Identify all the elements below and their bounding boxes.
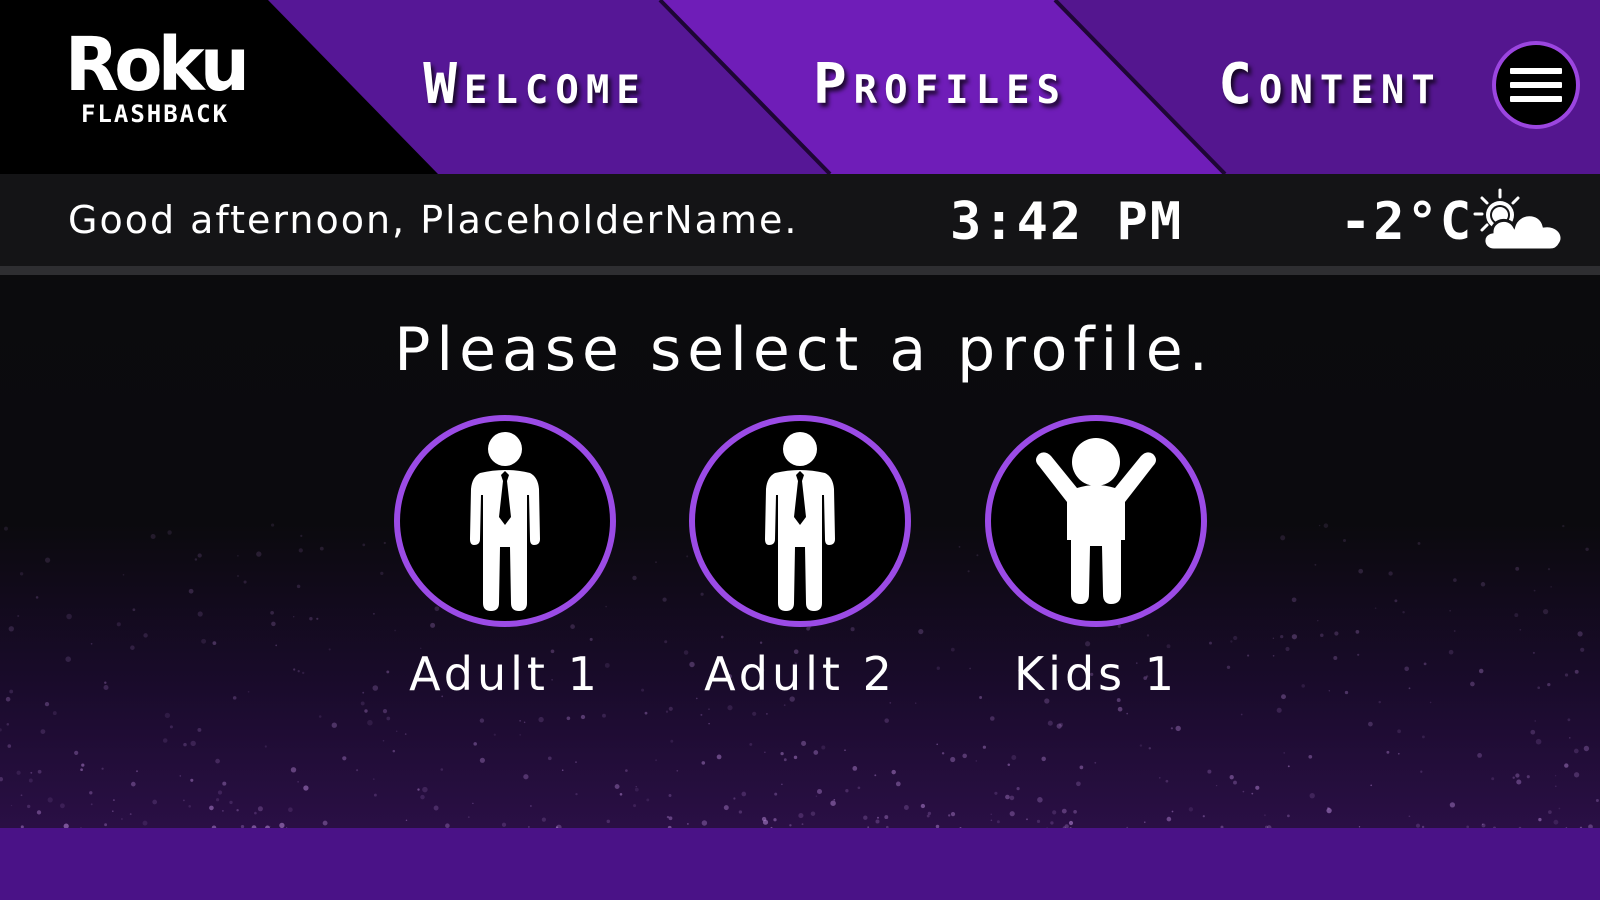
profile-adult-1[interactable]: Adult 1 — [385, 415, 625, 701]
profile-avatar[interactable] — [689, 415, 911, 627]
hamburger-menu-icon — [1510, 68, 1562, 102]
profile-label: Adult 1 — [409, 647, 601, 701]
info-bar: Good afternoon, PlaceholderName. 3:42 PM… — [0, 174, 1600, 275]
tab-profiles[interactable]: Profiles — [770, 44, 1110, 124]
roku-flashback-logo: Roku FLASHBACK — [40, 28, 270, 128]
profile-label: Adult 2 — [704, 647, 896, 701]
greeting-text: Good afternoon, PlaceholderName. — [68, 198, 799, 242]
profile-avatar[interactable] — [394, 415, 616, 627]
profile-label: Kids 1 — [1014, 647, 1178, 701]
profile-kids-1[interactable]: Kids 1 — [976, 415, 1216, 701]
select-profile-prompt: Please select a profile. — [394, 315, 1214, 385]
partly-cloudy-icon — [1473, 188, 1564, 252]
clock: 3:42 PM — [950, 192, 1184, 252]
footer-bar — [0, 828, 1600, 900]
tab-welcome[interactable]: Welcome — [370, 44, 700, 124]
tab-content[interactable]: Content — [1170, 44, 1490, 124]
profile-select-screen: Roku FLASHBACK Welcome Profiles Content … — [0, 0, 1600, 900]
adult-icon — [470, 432, 540, 611]
main-area: Please select a profile. Adult 1 Adult 2… — [0, 275, 1600, 828]
profile-adult-2[interactable]: Adult 2 — [680, 415, 920, 701]
child-icon — [1036, 438, 1156, 604]
temperature: -2°C — [1340, 192, 1474, 252]
menu-button[interactable] — [1492, 41, 1580, 129]
top-navigation: Roku FLASHBACK Welcome Profiles Content — [0, 0, 1600, 174]
logo-wordmark: Roku — [64, 22, 250, 108]
profile-avatar[interactable] — [985, 415, 1207, 627]
adult-icon — [765, 432, 835, 611]
